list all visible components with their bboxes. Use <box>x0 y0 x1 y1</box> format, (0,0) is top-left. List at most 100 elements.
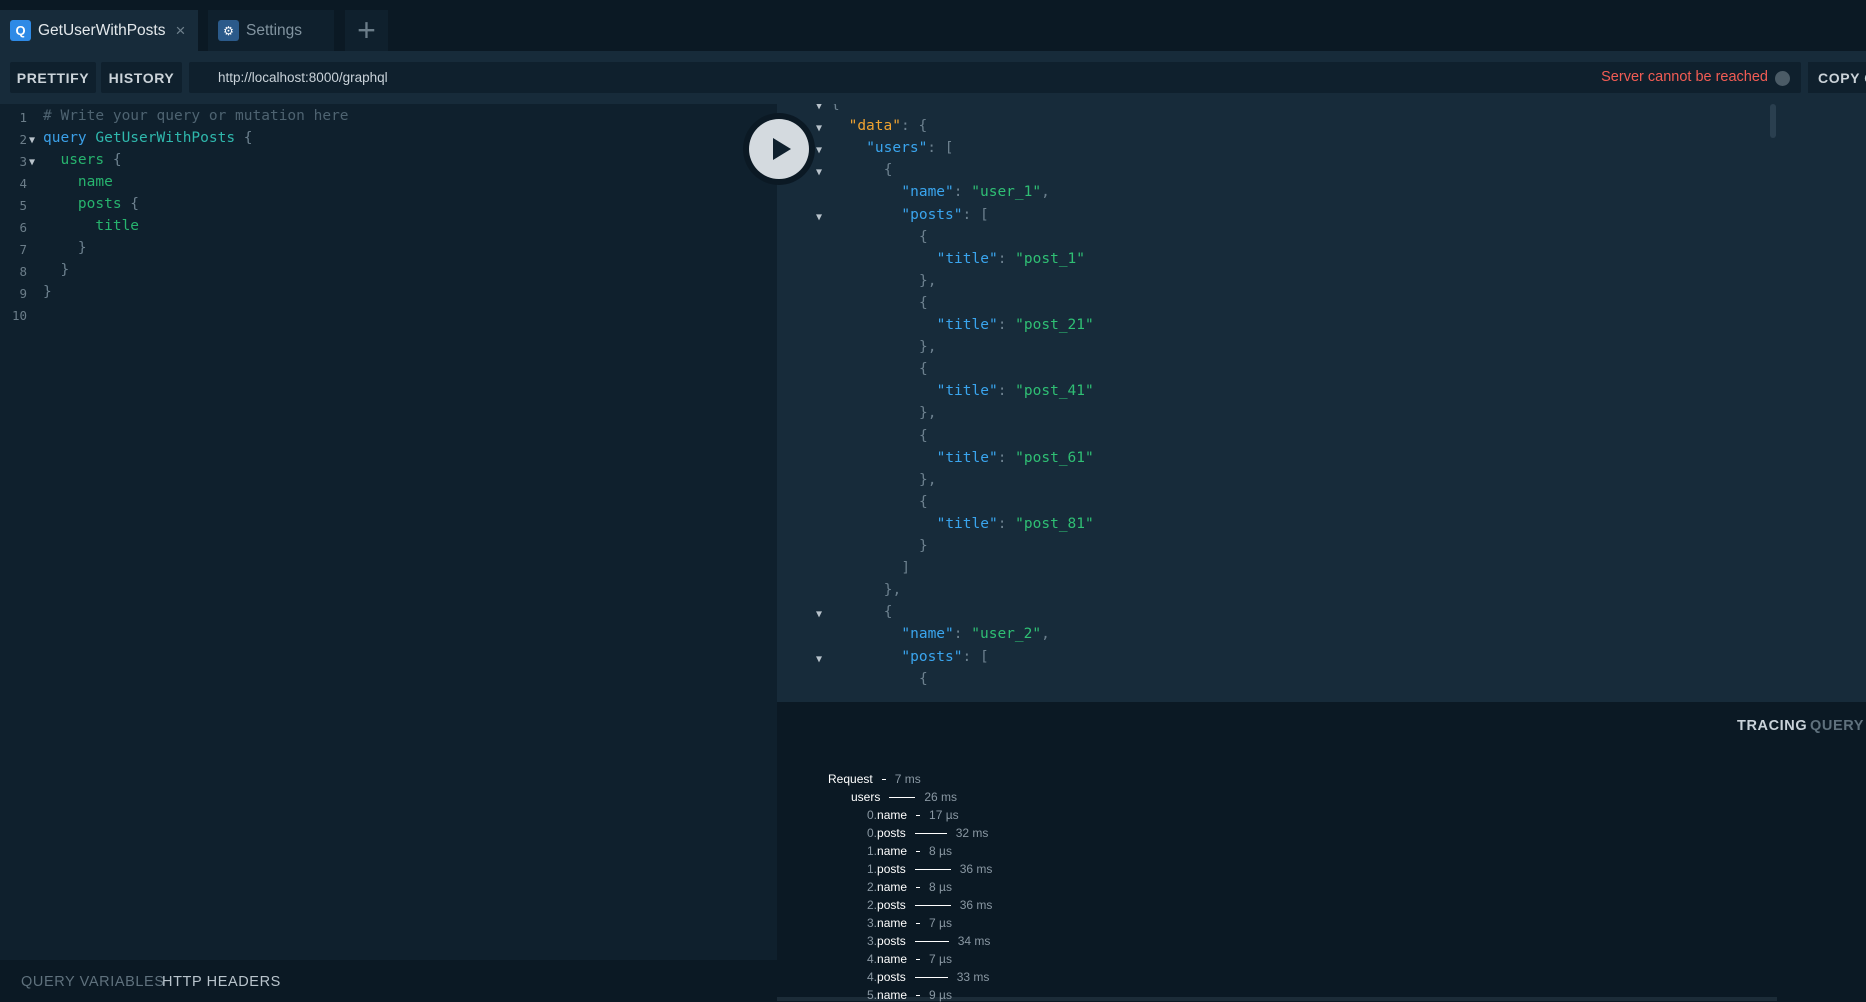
trace-index: 4. <box>867 952 878 966</box>
code-line[interactable]: 6 title <box>0 218 777 240</box>
trace-duration: 33 ms <box>956 970 990 984</box>
fold-arrow-icon[interactable]: ▼ <box>816 654 822 665</box>
trace-index: 4. <box>867 970 878 984</box>
code-line[interactable]: 5 posts { <box>0 196 777 218</box>
json-line: { <box>777 671 1866 693</box>
query-editor[interactable]: 1 # Write your query or mutation here 2 ▼ qu… <box>0 104 777 960</box>
code-line[interactable]: 4 name <box>0 174 777 196</box>
trace-row: 0. name 17 µs <box>867 807 959 823</box>
tab-settings[interactable]: ⚙ Settings <box>208 10 334 51</box>
tab-query-plan[interactable]: QUERY PLAN <box>1810 718 1866 734</box>
tab-tracing[interactable]: TRACING <box>1737 718 1807 734</box>
trace-duration: 7 µs <box>929 952 952 966</box>
trace-duration-bar <box>881 778 886 780</box>
trace-name: name <box>877 808 908 822</box>
toolbar: PRETTIFY HISTORY http://localhost:8000/g… <box>0 51 1866 104</box>
tab-bar: Q GetUserWithPosts × ⚙ Settings + <box>0 0 1866 51</box>
json-line: } <box>777 538 1866 560</box>
trace-duration: 34 ms <box>957 934 991 948</box>
trace-duration: 8 µs <box>929 844 952 858</box>
tab-label: Settings <box>246 21 303 39</box>
fold-arrow-icon[interactable]: ▼ <box>816 145 822 156</box>
json-line: }, <box>777 405 1866 427</box>
json-text: { <box>883 604 893 621</box>
json-line: "title": "post_21" <box>777 317 1866 339</box>
fold-arrow-icon[interactable]: ▼ <box>816 104 822 112</box>
json-line: "title": "post_61" <box>777 450 1866 472</box>
code-line[interactable]: 7 } <box>0 240 777 262</box>
json-line: ▼ "users": [ <box>777 140 1866 162</box>
line-number: 9 <box>19 286 27 301</box>
trace-name: name <box>877 880 908 894</box>
trace-row: 2. posts 36 ms <box>867 897 992 913</box>
json-text: "posts": [ <box>901 206 989 223</box>
json-text: }, <box>883 582 902 599</box>
fold-arrow-icon[interactable]: ▼ <box>29 135 35 146</box>
prettify-button[interactable]: PRETTIFY <box>10 62 96 93</box>
json-line: }, <box>777 273 1866 295</box>
json-text: "posts": [ <box>901 648 989 665</box>
json-line: "title": "post_1" <box>777 251 1866 273</box>
fold-arrow-icon[interactable]: ▼ <box>816 123 822 134</box>
code-line[interactable]: 1 # Write your query or mutation here <box>0 108 777 130</box>
trace-duration: 9 µs <box>929 988 952 1002</box>
json-text: "name": "user_2", <box>901 626 1050 643</box>
code-line[interactable]: 3 ▼ users { <box>0 152 777 174</box>
trace-duration-bar <box>914 904 951 906</box>
endpoint-url-text: http://localhost:8000/graphql <box>218 70 388 85</box>
code-line[interactable]: 10 <box>0 306 777 328</box>
graphql-playground: Q GetUserWithPosts × ⚙ Settings + PRETTI… <box>0 0 1866 1002</box>
code-text: } <box>43 284 52 300</box>
tab-query-variables[interactable]: QUERY VARIABLES <box>21 974 165 990</box>
json-text: "title": "post_61" <box>936 449 1094 466</box>
tab-getuserwithposts[interactable]: Q GetUserWithPosts × <box>0 10 198 51</box>
json-line: { <box>777 229 1866 251</box>
fold-arrow-icon[interactable]: ▼ <box>29 157 35 168</box>
json-text: "name": "user_1", <box>901 184 1050 201</box>
json-text: { <box>883 162 893 179</box>
server-status-text: Server cannot be reached <box>1601 69 1768 85</box>
trace-row: 5. name 9 µs <box>867 987 952 1002</box>
trace-row: 0. posts 32 ms <box>867 825 988 841</box>
code-line[interactable]: 8 } <box>0 262 777 284</box>
play-icon <box>749 119 809 179</box>
json-line: "title": "post_81" <box>777 516 1866 538</box>
trace-index: 0. <box>867 808 878 822</box>
tab-label: GetUserWithPosts <box>38 21 166 39</box>
result-viewer: ▼{▼ "data": {▼ "users": [▼{"name": "user_1… <box>777 104 1866 702</box>
json-line: { <box>777 428 1866 450</box>
gear-icon: ⚙ <box>218 20 239 41</box>
json-text: }, <box>919 339 937 356</box>
json-text: { <box>919 493 928 510</box>
trace-duration-bar <box>916 886 921 888</box>
code-line[interactable]: 2 ▼ query GetUserWithPosts { <box>0 130 777 152</box>
trace-duration-bar <box>914 976 948 978</box>
json-line: ▼ "data": { <box>777 118 1866 140</box>
line-number: 7 <box>19 242 27 257</box>
add-tab-button[interactable]: + <box>345 10 388 51</box>
endpoint-url-input[interactable]: http://localhost:8000/graphql Server can… <box>189 62 1801 93</box>
variables-bar: QUERY VARIABLES HTTP HEADERS <box>0 960 777 1002</box>
trace-duration: 17 µs <box>929 808 959 822</box>
line-number: 10 <box>11 308 27 323</box>
json-text: { <box>919 228 928 245</box>
code-line[interactable]: 9} <box>0 284 777 306</box>
copy-curl-button[interactable]: COPY CURL <box>1808 62 1866 93</box>
json-line: "name": "user_1", <box>777 184 1866 206</box>
fold-arrow-icon[interactable]: ▼ <box>816 167 822 178</box>
trace-index: 2. <box>867 880 878 894</box>
code-text: title <box>43 218 140 234</box>
fold-arrow-icon[interactable]: ▼ <box>816 609 822 620</box>
json-line: }, <box>777 472 1866 494</box>
json-text: "title": "post_41" <box>936 383 1094 400</box>
json-line: "name": "user_2", <box>777 626 1866 648</box>
close-icon[interactable]: × <box>175 21 185 41</box>
fold-arrow-icon[interactable]: ▼ <box>816 212 822 223</box>
tab-http-headers[interactable]: HTTP HEADERS <box>162 974 281 990</box>
json-text: "title": "post_21" <box>936 317 1094 333</box>
line-number: 6 <box>19 220 27 235</box>
line-number: 5 <box>19 198 27 213</box>
plus-icon: + <box>357 12 376 48</box>
execute-query-button[interactable] <box>743 113 815 185</box>
history-button[interactable]: HISTORY <box>101 62 182 93</box>
